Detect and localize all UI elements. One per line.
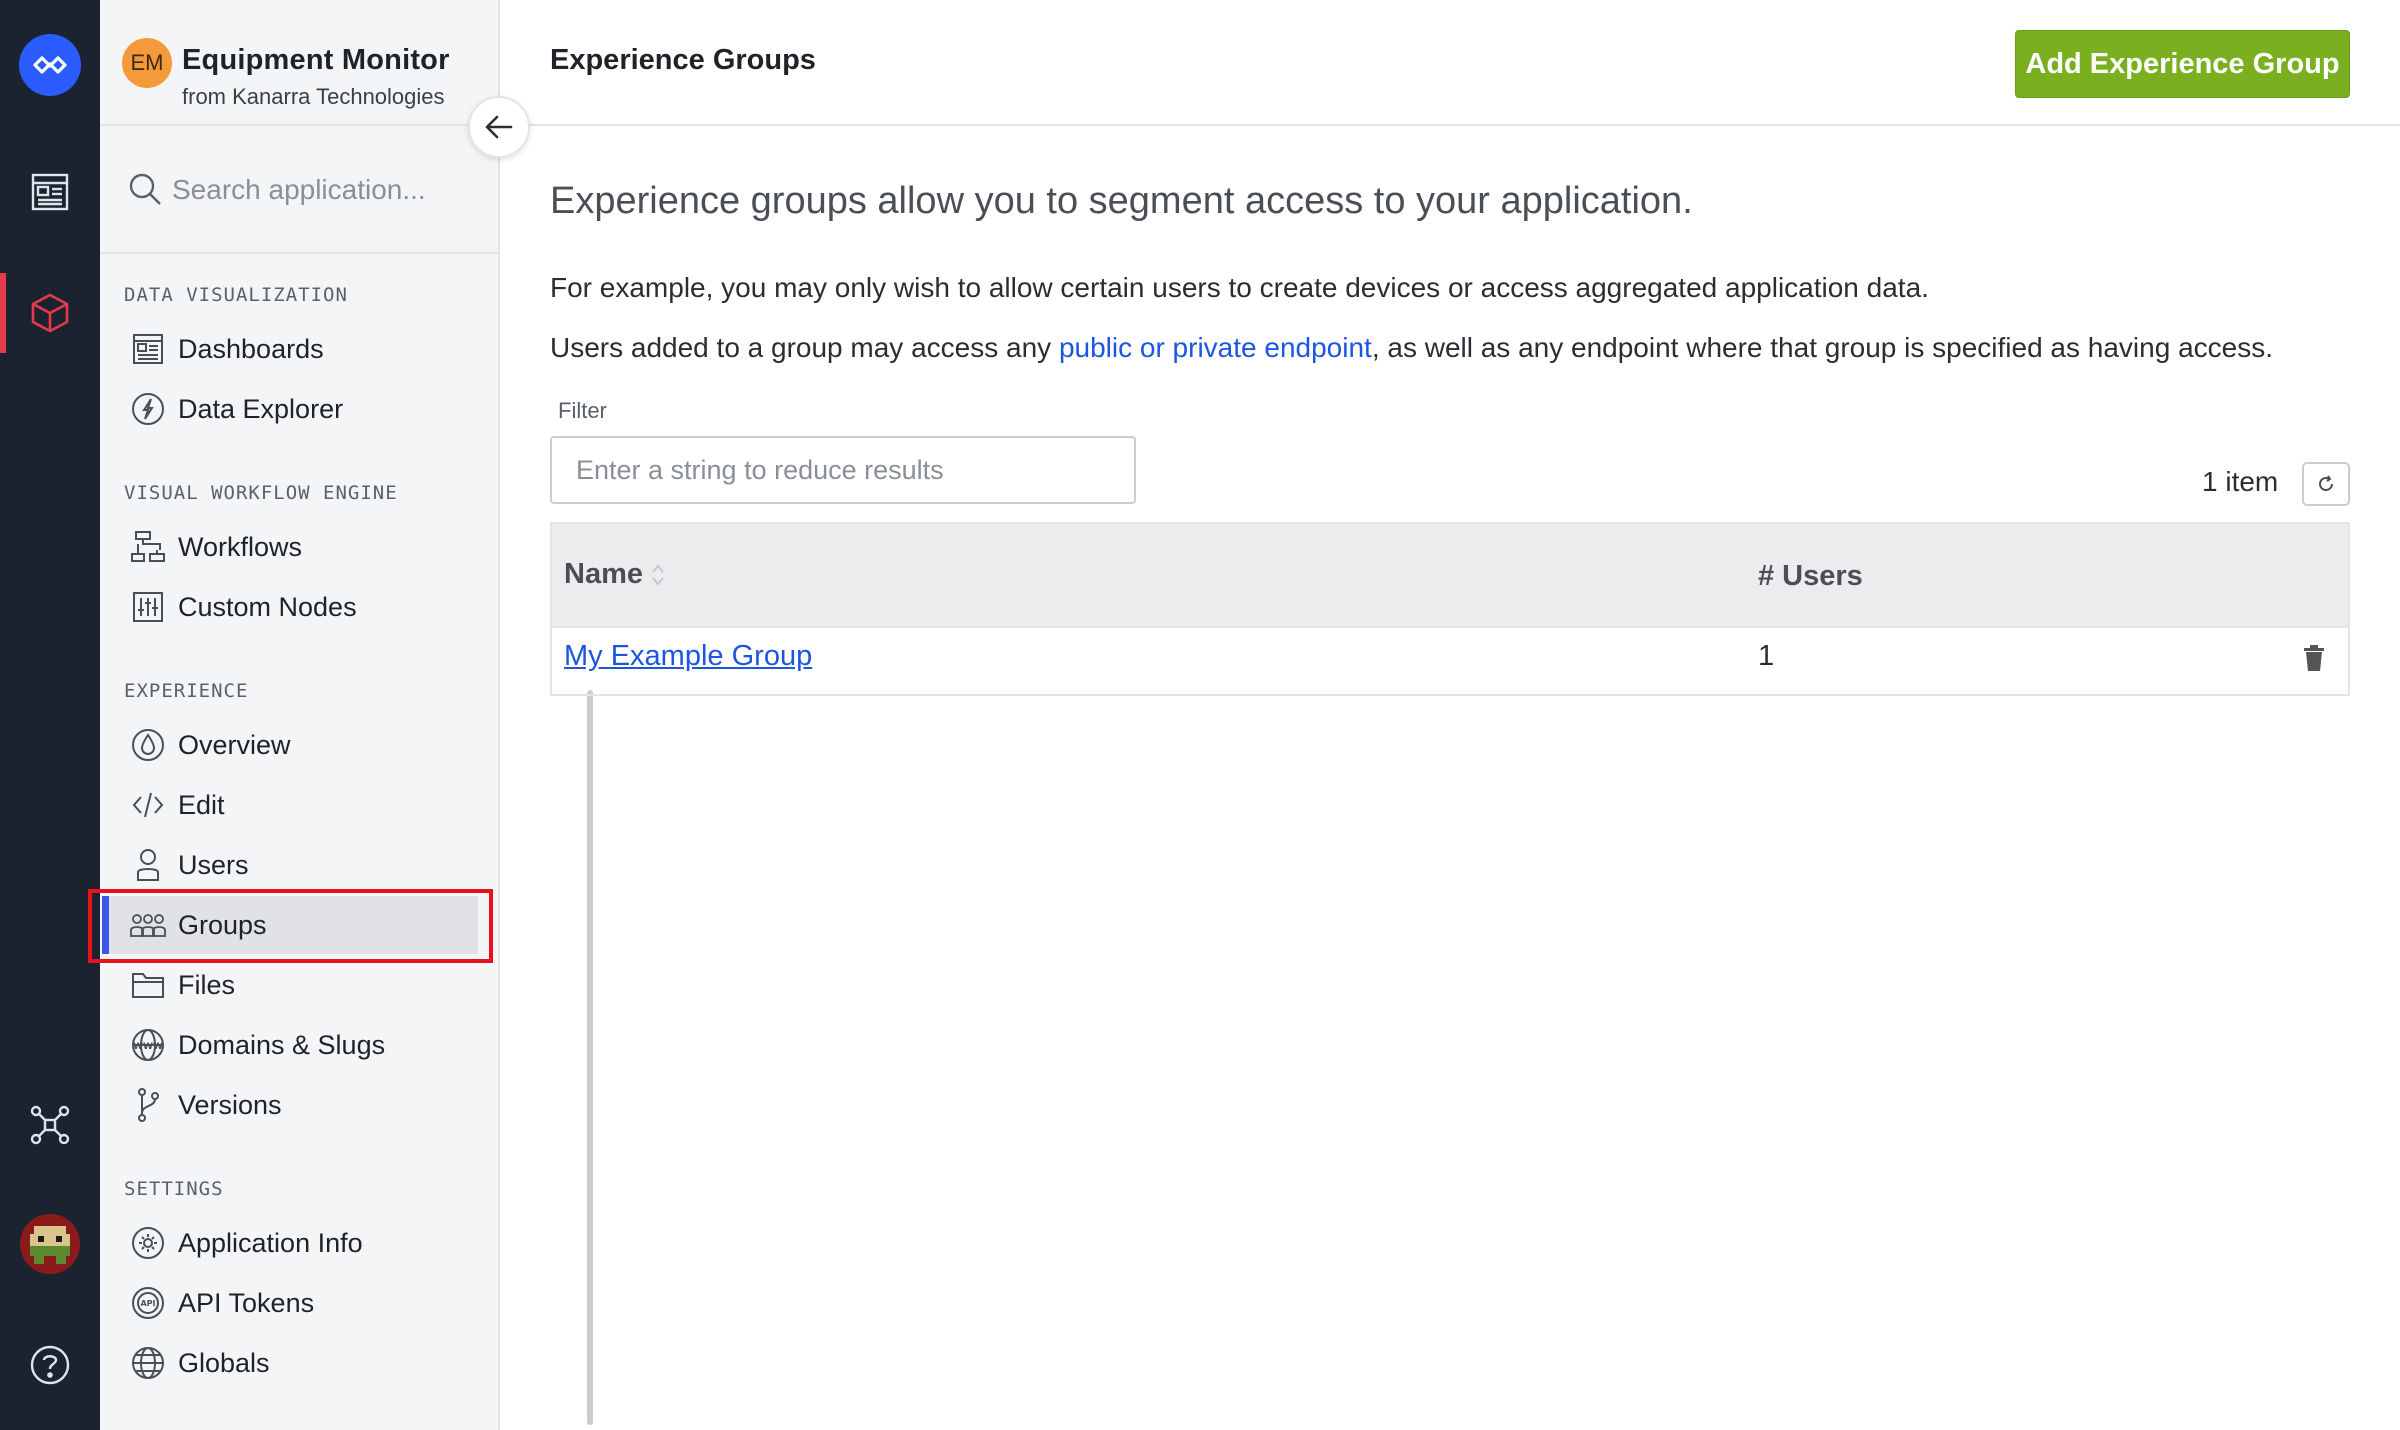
sidebar-item-overview[interactable]: Overview xyxy=(102,716,478,774)
sidebar-item-domains-slugs[interactable]: WWW Domains & Slugs xyxy=(102,1016,478,1074)
app-name: Equipment Monitor xyxy=(182,44,450,76)
filter-input[interactable] xyxy=(550,436,1136,504)
main-content: Experience Groups Add Experience Group E… xyxy=(500,0,2400,1430)
sidebar-item-label: Groups xyxy=(178,909,267,940)
losant-logo-icon[interactable] xyxy=(19,34,81,96)
sidebar-item-data-explorer[interactable]: Data Explorer xyxy=(102,380,478,438)
sidebar-item-label: Files xyxy=(178,969,236,1000)
page-title: Experience Groups xyxy=(550,44,816,76)
app-organization: from Kanarra Technologies xyxy=(182,84,445,109)
group-icon xyxy=(130,907,166,943)
table-header: Name # Users xyxy=(552,524,2348,628)
sidebar-item-label: Dashboards xyxy=(178,333,324,364)
sidebar-item-api-tokens[interactable]: API API Tokens xyxy=(102,1274,478,1332)
description-text-part: , as well as any endpoint where that gro… xyxy=(1371,332,2273,363)
sidebar-item-globals[interactable]: Globals xyxy=(102,1334,478,1392)
description-text: For example, you may only wish to allow … xyxy=(550,272,1929,303)
group-user-count: 1 xyxy=(1758,640,1775,672)
sidebar-item-versions[interactable]: Versions xyxy=(102,1076,478,1134)
drop-icon xyxy=(130,727,166,763)
sidebar-item-label: Domains & Slugs xyxy=(178,1029,386,1060)
sidebar-item-groups[interactable]: Groups xyxy=(102,896,478,954)
application-header[interactable]: EM Equipment Monitor from Kanarra Techno… xyxy=(100,0,498,126)
sidebar-item-application-info[interactable]: Application Info xyxy=(102,1214,478,1272)
public-private-endpoint-link[interactable]: public or private endpoint xyxy=(1059,332,1372,363)
www-icon: WWW xyxy=(130,1027,166,1063)
filter-label: Filter xyxy=(558,398,607,423)
user-icon xyxy=(130,847,166,883)
sidebar-item-label: Application Info xyxy=(178,1227,363,1258)
sidebar-item-dashboards[interactable]: Dashboards xyxy=(102,320,478,378)
globe-icon xyxy=(130,1345,166,1381)
group-name-link[interactable]: My Example Group xyxy=(564,640,812,673)
workflow-icon xyxy=(130,529,166,565)
user-avatar[interactable] xyxy=(20,1214,80,1274)
column-header-label: Name xyxy=(564,558,643,590)
gear-icon xyxy=(130,1225,166,1261)
application-sidebar: EM Equipment Monitor from Kanarra Techno… xyxy=(100,0,593,1430)
item-count: 1 item xyxy=(2202,466,2279,497)
sidebar-item-edit[interactable]: Edit xyxy=(102,776,478,834)
svg-text:WWW: WWW xyxy=(133,1042,163,1052)
description-text-endpoints: Users added to a group may access any pu… xyxy=(550,332,2273,364)
svg-text:API: API xyxy=(140,1299,155,1308)
section-settings: SETTINGS xyxy=(124,1178,224,1200)
sidebar-item-label: Data Explorer xyxy=(178,393,344,424)
column-header-name[interactable]: Name xyxy=(564,558,667,591)
section-data-visualization: DATA VISUALIZATION xyxy=(124,284,348,306)
column-header-users: # Users xyxy=(1758,560,1863,592)
help-icon[interactable] xyxy=(0,1325,100,1405)
sort-icon xyxy=(652,563,664,586)
arrow-left-icon xyxy=(485,115,513,139)
applications-cube-icon[interactable] xyxy=(0,273,100,353)
global-rail xyxy=(0,0,100,1430)
search-icon xyxy=(129,173,161,205)
description-text-part: Users added to a group may access any xyxy=(550,332,1059,363)
code-icon xyxy=(130,787,166,823)
compass-icon xyxy=(130,391,166,427)
sidebar-search xyxy=(100,128,498,254)
branch-icon xyxy=(130,1087,166,1123)
section-visual-workflow-engine: VISUAL WORKFLOW ENGINE xyxy=(124,482,398,504)
sidebar-item-label: Users xyxy=(178,849,249,880)
sidebar-item-label: Overview xyxy=(178,729,291,760)
groups-table: Name # Users My Example Group 1 xyxy=(550,522,2350,696)
sidebar-item-label: Edit xyxy=(178,789,225,820)
sliders-icon xyxy=(130,589,166,625)
dashboards-rail-icon[interactable] xyxy=(0,152,100,232)
sidebar-item-label: Versions xyxy=(178,1089,282,1120)
sidebar-item-files[interactable]: Files xyxy=(102,956,478,1014)
sidebar-item-custom-nodes[interactable]: Custom Nodes xyxy=(102,578,478,636)
folder-icon xyxy=(130,967,166,1003)
section-experience: EXPERIENCE xyxy=(124,680,249,702)
intro-heading: Experience groups allow you to segment a… xyxy=(550,180,1693,222)
dashboard-icon xyxy=(130,331,166,367)
sidebar-item-label: API Tokens xyxy=(178,1287,315,1318)
api-icon: API xyxy=(130,1285,166,1321)
sidebar-item-label: Workflows xyxy=(178,531,303,562)
sidebar-item-workflows[interactable]: Workflows xyxy=(102,518,478,576)
app-badge: EM xyxy=(122,38,172,88)
refresh-icon xyxy=(2319,475,2333,491)
sidebar-item-label: Globals xyxy=(178,1347,270,1378)
devices-network-icon[interactable] xyxy=(0,1085,100,1165)
add-experience-group-button[interactable]: Add Experience Group xyxy=(2015,30,2350,98)
collapse-sidebar-button[interactable] xyxy=(468,96,530,158)
trash-icon[interactable] xyxy=(2302,644,2326,672)
sidebar-item-users[interactable]: Users xyxy=(102,836,478,894)
search-input[interactable] xyxy=(172,164,472,216)
page-header: Experience Groups Add Experience Group xyxy=(500,0,2400,126)
sidebar-item-label: Custom Nodes xyxy=(178,591,357,622)
refresh-button[interactable] xyxy=(2302,462,2350,506)
